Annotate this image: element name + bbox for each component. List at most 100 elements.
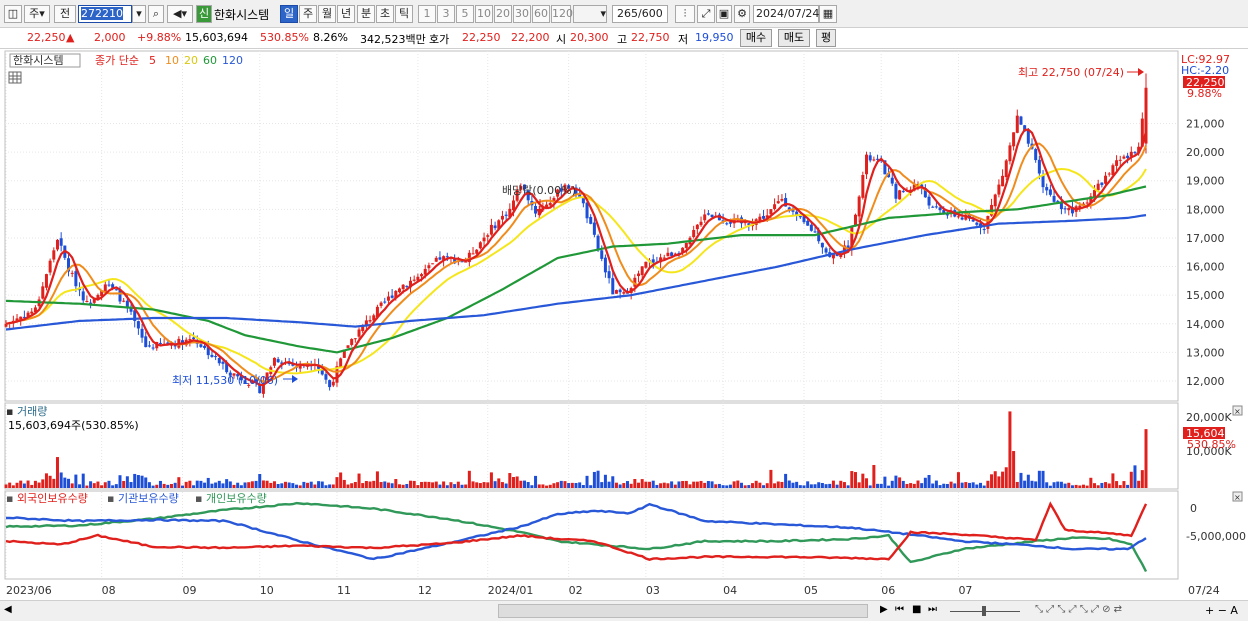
volume-bar [33, 480, 37, 488]
period-month[interactable]: 월 [318, 5, 336, 23]
interval-3[interactable]: 3 [437, 5, 455, 23]
volume-bar [412, 480, 416, 488]
candle-body [353, 338, 357, 340]
interval-10[interactable]: 10 [475, 5, 493, 23]
count-input[interactable]: 265/600 [612, 5, 668, 23]
draw-tool-icon[interactable]: ⤢ [697, 5, 715, 23]
last-icon[interactable]: ⏭ [928, 604, 937, 615]
prev-button[interactable]: 전 [54, 5, 76, 23]
candle-body [728, 222, 732, 224]
volume-bar [1140, 470, 1144, 488]
volume-bar [695, 481, 699, 488]
interval-120[interactable]: 120 [551, 5, 573, 23]
stop-icon[interactable]: ■ [912, 604, 921, 615]
volume-bar [184, 481, 188, 488]
interval-60[interactable]: 60 [532, 5, 550, 23]
code-input[interactable]: 272210 [78, 5, 132, 23]
period-second[interactable]: 초 [376, 5, 394, 23]
volume-bar [1012, 451, 1016, 488]
candle-body [55, 239, 59, 250]
volume-bar [379, 482, 383, 488]
candle-body [945, 214, 949, 216]
market-select[interactable]: 주▾ [24, 5, 50, 23]
chart-area[interactable]: 12,000 13,000 14,000 15,000 16,000 17,000 18,0… [0, 49, 1248, 600]
volume-bar [1137, 480, 1141, 488]
first-icon[interactable]: ⏮ [895, 604, 904, 615]
volume-bar [225, 479, 229, 488]
calendar-icon[interactable]: ▦ [819, 5, 837, 23]
volume-bar [405, 484, 409, 488]
interval-5[interactable]: 5 [456, 5, 474, 23]
sell-button[interactable]: 매도 [778, 29, 810, 47]
volume-bar [44, 473, 48, 488]
candle-body [640, 266, 644, 276]
volume-bar [659, 483, 663, 488]
volume-bar [276, 484, 280, 488]
volume-bar [931, 483, 935, 488]
interval-30[interactable]: 30 [513, 5, 531, 23]
interval-1[interactable]: 1 [418, 5, 436, 23]
volume-bar [780, 481, 784, 488]
volume-bar [70, 483, 74, 488]
period-year[interactable]: 년 [337, 5, 355, 23]
volume-bar [835, 484, 839, 488]
volume-bar [618, 484, 622, 488]
code-dropdown-icon[interactable]: ▾ [132, 5, 146, 23]
scroll-left-icon[interactable]: ◀ [4, 604, 12, 615]
volume-bar [692, 481, 696, 488]
save-icon[interactable]: ▣ [716, 5, 732, 23]
candle-body [276, 359, 280, 363]
period-minute[interactable]: 분 [357, 5, 375, 23]
volume-bar [802, 485, 806, 488]
period-day[interactable]: 일 [280, 5, 298, 23]
volume-bar [545, 485, 549, 488]
inv-tick-0: 0 [1190, 502, 1197, 515]
volume-bar [74, 474, 78, 488]
table-view-icon[interactable] [8, 71, 22, 84]
volume-bar [55, 457, 59, 488]
x-tick-label: 04 [723, 584, 737, 597]
volume-bar [100, 485, 104, 488]
volume-bar [48, 475, 52, 488]
volume-bar [313, 484, 317, 488]
volume-bar [986, 480, 990, 488]
scroll-right-icon[interactable]: ▶ [880, 604, 888, 615]
volume-bar [953, 483, 957, 488]
sound-icon[interactable]: ◀▾ [167, 5, 193, 23]
bottom-bar: ◀ ▶ ⏮ ■ ⏭ ⤡ ⤢ ⤡ ⤢ ⤡ ⤢ ⊘ ⇄ + − A [0, 600, 1248, 621]
custom-interval-input[interactable]: ▾ [573, 5, 607, 23]
volume-bar [423, 481, 427, 488]
date-input[interactable]: 2024/07/24 [753, 5, 819, 23]
volume-pane-marker: ▪ [6, 405, 13, 418]
volume-bar [346, 484, 350, 488]
candle-body [52, 250, 56, 260]
candle-body [140, 328, 144, 338]
candle-type-icon[interactable]: ⫶ [675, 5, 695, 23]
search-icon[interactable]: ⌕ [148, 5, 164, 23]
eval-button[interactable]: 평 [816, 29, 836, 47]
candle-body [898, 190, 902, 200]
zoom-slider-handle[interactable] [982, 606, 986, 616]
interval-20[interactable]: 20 [494, 5, 512, 23]
volume-bar [975, 484, 979, 488]
scrollbar-thumb[interactable] [498, 604, 868, 618]
zoom-controls[interactable]: + − A [1205, 604, 1238, 617]
layout-icon[interactable]: ◫ [4, 5, 22, 23]
volume-bar [397, 484, 401, 488]
legend-foreign: 외국인보유수량 [17, 492, 88, 505]
period-tick[interactable]: 틱 [395, 5, 413, 23]
tool-icons[interactable]: ⤡ ⤢ ⤡ ⤢ ⤡ ⤢ ⊘ ⇄ [1035, 604, 1122, 615]
candle-body [699, 221, 703, 226]
volume-bar [603, 474, 607, 488]
volume-bar [394, 479, 398, 488]
volume-bar [990, 474, 994, 488]
x-tick-label: 05 [804, 584, 818, 597]
volume-bar [754, 480, 758, 488]
volume-bar [52, 478, 56, 488]
candle-body [651, 259, 655, 263]
volume-bar [508, 473, 512, 488]
candle-body [1015, 115, 1019, 133]
period-week[interactable]: 주 [299, 5, 317, 23]
buy-button[interactable]: 매수 [740, 29, 772, 47]
settings-icon[interactable]: ⚙ [734, 5, 750, 23]
